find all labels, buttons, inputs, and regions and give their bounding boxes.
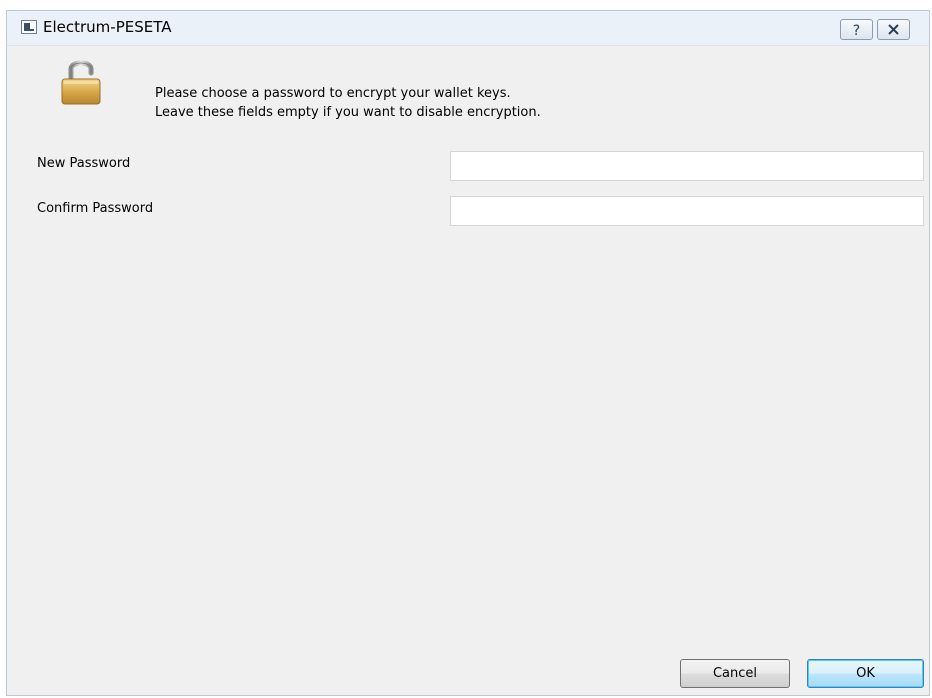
- window-title: Electrum-PESETA: [43, 18, 172, 36]
- new-password-input[interactable]: [450, 151, 924, 181]
- svg-text:?: ?: [853, 23, 860, 39]
- cancel-button[interactable]: Cancel: [680, 659, 790, 688]
- help-button[interactable]: ?: [840, 19, 873, 40]
- padlock-open-icon: [61, 60, 101, 105]
- ok-button[interactable]: OK: [807, 659, 924, 688]
- title-bar[interactable]: Electrum-PESETA ?: [7, 11, 929, 46]
- password-dialog-window: Electrum-PESETA ? Please choose a passwo…: [6, 10, 930, 696]
- close-x-icon: [888, 24, 899, 35]
- confirm-password-input[interactable]: [450, 196, 924, 226]
- question-mark-icon: ?: [853, 23, 860, 39]
- new-password-label: New Password: [37, 156, 131, 171]
- close-button[interactable]: [877, 19, 910, 40]
- intro-text-line-1: Please choose a password to encrypt your…: [155, 86, 511, 101]
- intro-text-line-2: Leave these fields empty if you want to …: [155, 105, 541, 120]
- confirm-password-label: Confirm Password: [37, 201, 154, 216]
- app-icon: [21, 20, 37, 34]
